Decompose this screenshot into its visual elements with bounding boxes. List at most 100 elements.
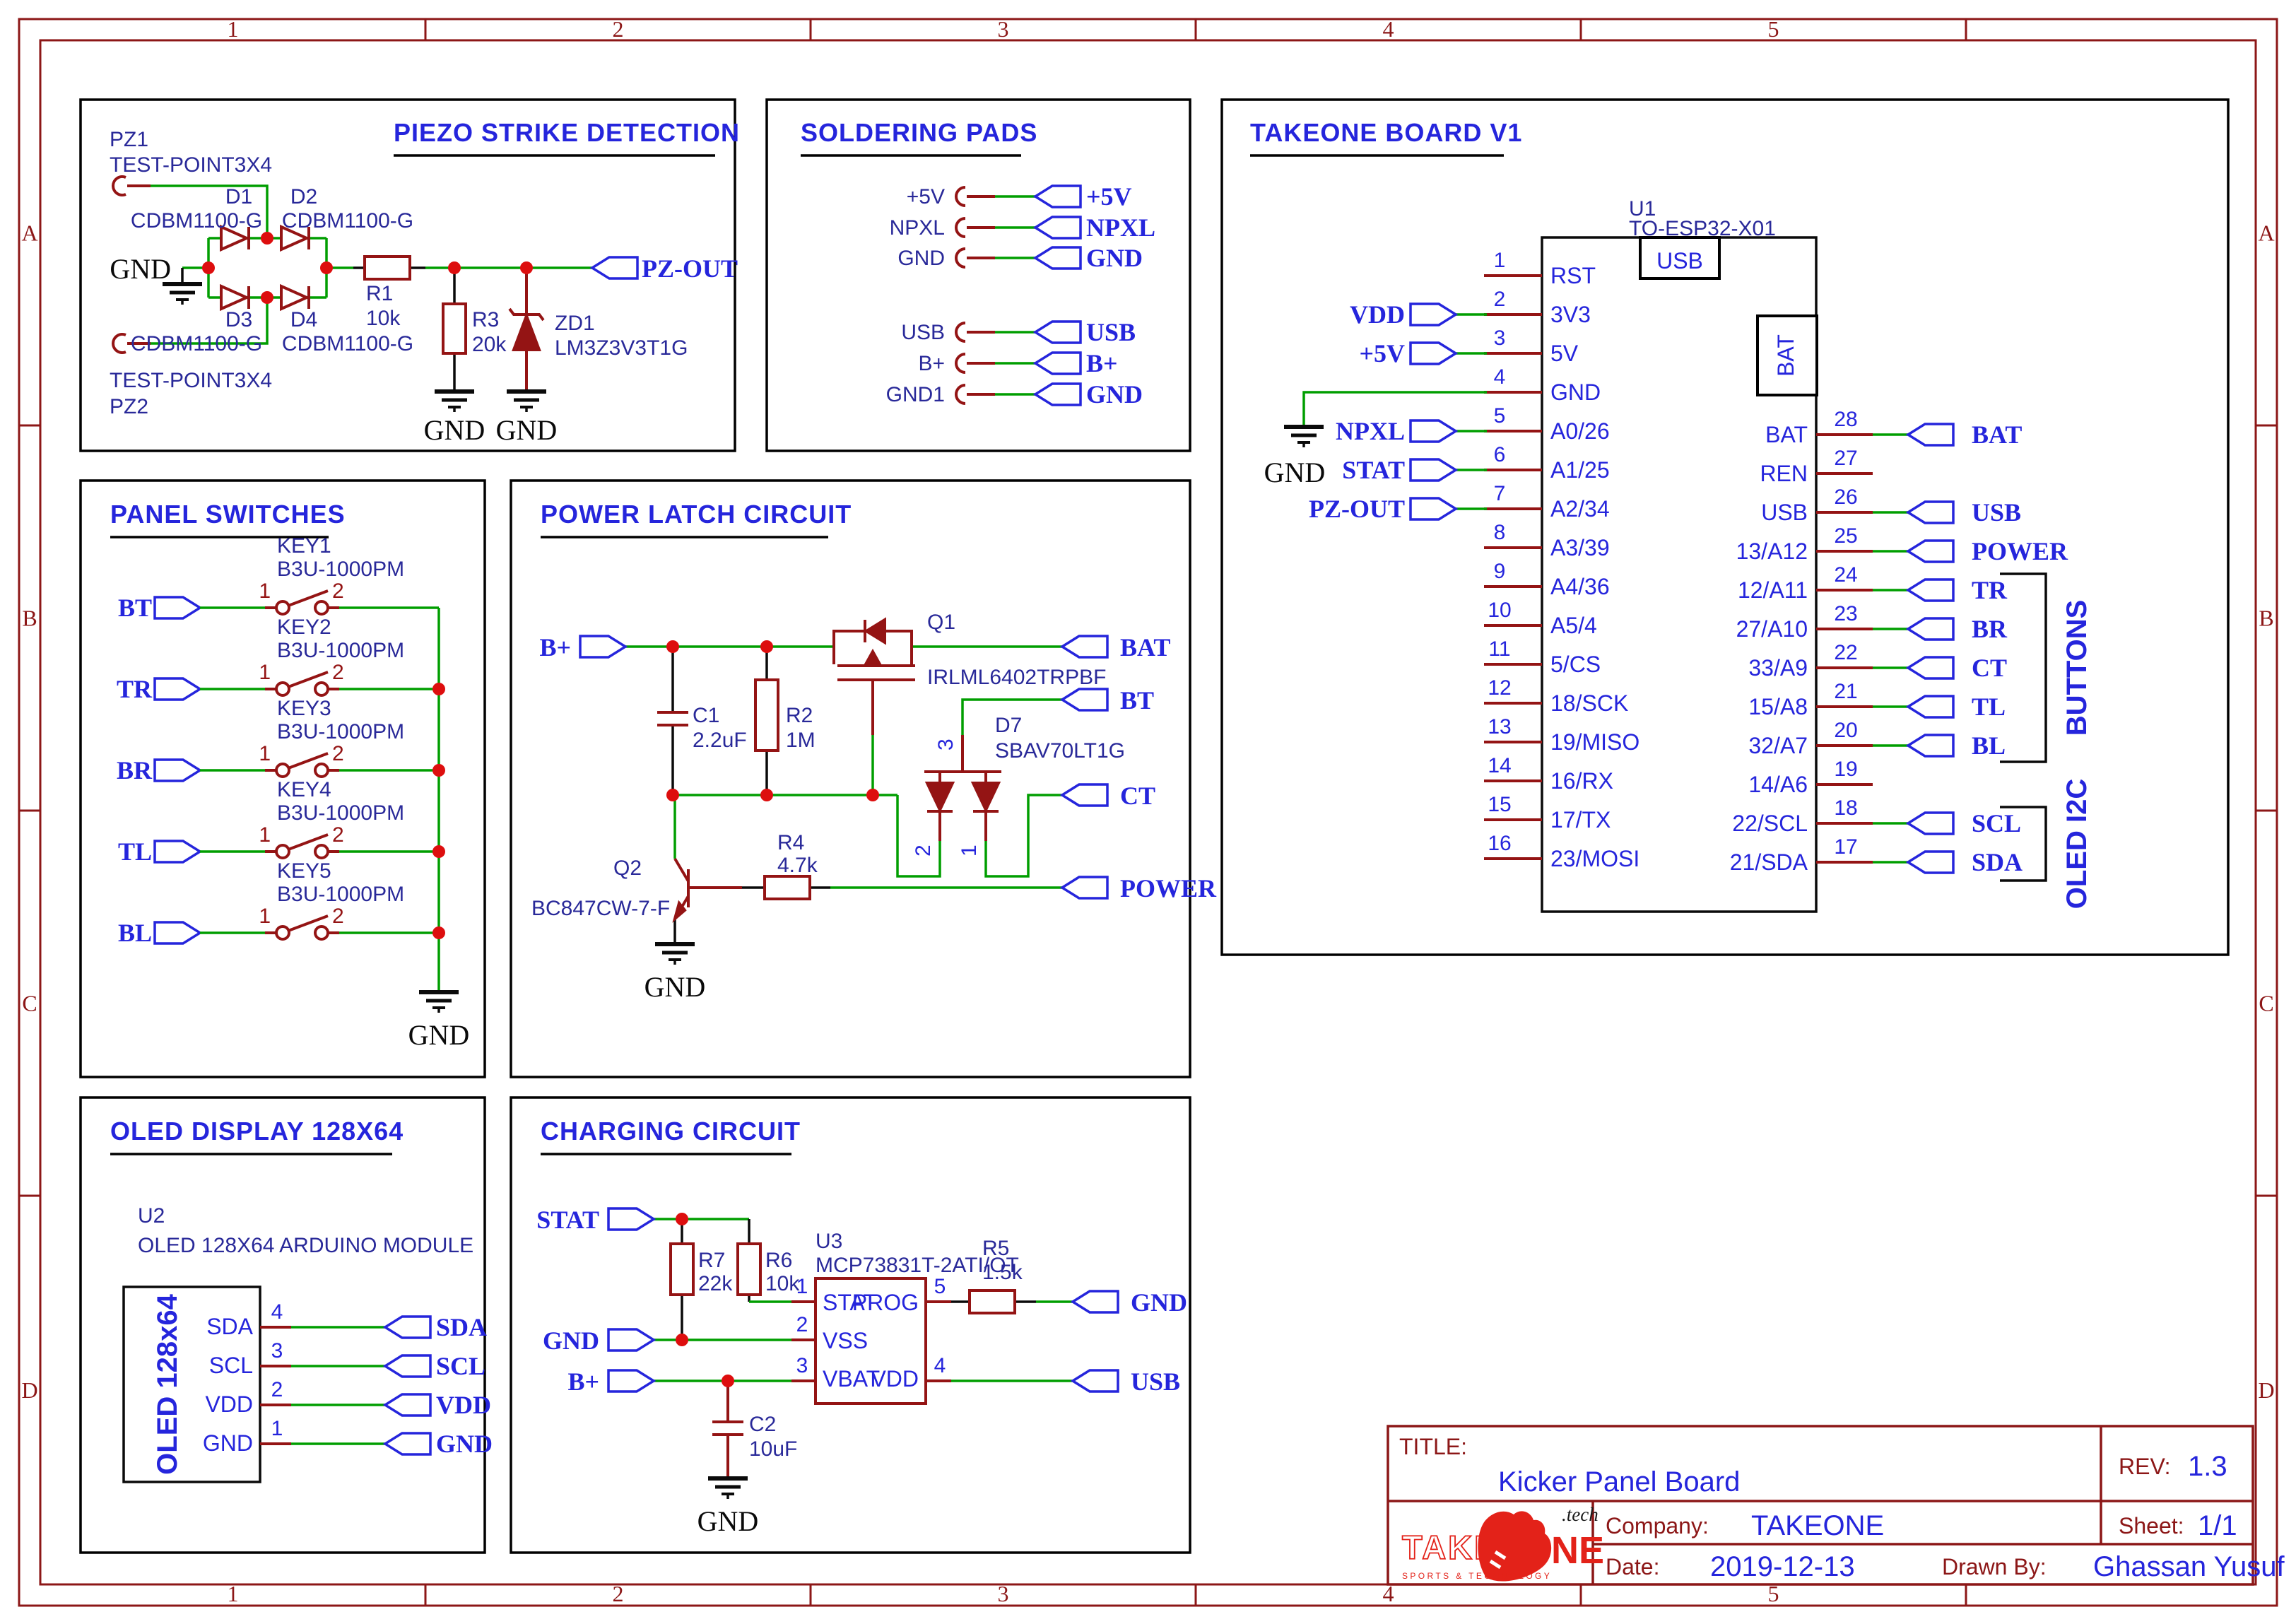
- u2-ref: U2: [138, 1204, 165, 1228]
- company-label: Company:: [1606, 1513, 1709, 1538]
- r7-ref: R7: [698, 1249, 725, 1272]
- pz-out-label: PZ-OUT: [642, 254, 738, 283]
- pin-name: 27/A10: [1736, 616, 1808, 642]
- port-flag-gnd-charging: [608, 1329, 654, 1351]
- switch-port-flag: [155, 678, 200, 700]
- resistor-r7: [671, 1244, 693, 1295]
- q1-ref: Q1: [927, 611, 955, 634]
- r2-value: 1M: [786, 729, 816, 752]
- rev-label: REV:: [2119, 1454, 2171, 1479]
- r4-value: 4.7k: [777, 854, 818, 877]
- gnd-label-takeone: GND: [1264, 457, 1326, 488]
- pad-net-label: USB: [1086, 318, 1136, 346]
- pad-net-label: B+: [1086, 349, 1118, 377]
- latch-section-box: [511, 481, 1190, 1077]
- solder-section: +5V+5VNPXLNPXLGNDGNDUSBUSBB+B+GND1GND: [886, 182, 1155, 408]
- sheet-value: 1/1: [2198, 1510, 2237, 1541]
- frame-col-label: 2: [613, 16, 624, 42]
- resistor-r1: [365, 257, 410, 279]
- switch-pin1-num: 1: [259, 905, 271, 928]
- pad-port-flag: [1035, 384, 1081, 405]
- pin-name: 15/A8: [1748, 694, 1808, 719]
- oled-pin-num: 3: [271, 1339, 283, 1363]
- port-label: POWER: [1972, 537, 2068, 565]
- testpoint-icon: [956, 354, 965, 372]
- pad-net-label: GND: [1086, 244, 1143, 272]
- q2-part: BC847CW-7-F: [531, 897, 670, 920]
- pad-port-flag: [1035, 217, 1081, 238]
- buttons-group-label: BUTTONS: [2061, 600, 2092, 736]
- switches-title: PANEL SWITCHES: [110, 500, 346, 529]
- testpoint-pz1-icon: [113, 177, 126, 195]
- pin-name: A5/4: [1550, 613, 1597, 638]
- port-flag: [1411, 304, 1456, 325]
- pin-name: 21/SDA: [1730, 849, 1808, 875]
- power-label: POWER: [1120, 874, 1217, 902]
- oled-net-label: SDA: [436, 1313, 487, 1341]
- switch-contact-2: [315, 683, 328, 695]
- switch-contact-1: [276, 601, 289, 614]
- switch-ref: KEY2: [277, 616, 331, 639]
- switch-ref: KEY3: [277, 697, 331, 720]
- capacitor-c1: [657, 712, 688, 725]
- pin-number: 18: [1834, 796, 1857, 820]
- switch-pin2-num: 2: [332, 823, 344, 847]
- resistor-r5: [970, 1290, 1015, 1313]
- gnd-symbol-piezo-left: [163, 284, 202, 305]
- diode-d3: [221, 286, 249, 309]
- pin-number: 8: [1494, 521, 1506, 544]
- port-label: CT: [1972, 654, 2007, 682]
- oled-pin-name: GND: [203, 1430, 253, 1456]
- switch-contact-2: [315, 601, 328, 614]
- sheet-label: Sheet:: [2119, 1513, 2184, 1538]
- testpoint-icon: [956, 187, 965, 206]
- port-flag: [1908, 424, 1953, 445]
- switch-ref: KEY5: [277, 859, 331, 883]
- frame-row-label: C: [2259, 991, 2273, 1016]
- switch-port-label: TR: [117, 675, 153, 703]
- switch-port-flag: [155, 841, 200, 862]
- r6-value: 10k: [765, 1272, 800, 1295]
- oled-pin-name: VDD: [205, 1391, 253, 1417]
- charging-section-box: [511, 1098, 1190, 1553]
- pad-port-flag: [1035, 186, 1081, 207]
- pin-name: 14/A6: [1748, 772, 1808, 797]
- port-label: BAT: [1972, 420, 2022, 449]
- pin-name: RST: [1550, 263, 1596, 288]
- zd1-ref: ZD1: [555, 312, 595, 335]
- frame-col-label: 3: [998, 16, 1009, 42]
- pin-name: A2/34: [1550, 496, 1610, 522]
- r1-ref: R1: [366, 282, 393, 305]
- port-flag: [1411, 343, 1456, 364]
- port-flag: [1908, 735, 1953, 756]
- port-flag-power: [1062, 877, 1107, 898]
- oled-pin-num: 4: [271, 1300, 283, 1324]
- pin-number: 6: [1494, 443, 1506, 466]
- frame-row-label: D: [21, 1377, 37, 1403]
- charging-section: STAT GND B+ GND USB R7 22k R6 10k U3 MCP…: [536, 1206, 1187, 1537]
- pin-number: 17: [1834, 835, 1857, 859]
- switch-pin2-num: 2: [332, 742, 344, 765]
- switch-port-flag: [155, 922, 200, 943]
- pin-number: 22: [1834, 641, 1857, 664]
- resistor-r2: [755, 680, 778, 751]
- takeone-section: U1 TO-ESP32-X01 USB BAT 1RST23V3VDD35V+5…: [1264, 197, 2092, 912]
- u3-pin1-num: 1: [796, 1275, 808, 1298]
- takeone-title: TAKEONE BOARD V1: [1250, 118, 1522, 147]
- pz1-part: TEST-POINT3X4: [110, 153, 272, 177]
- charging-title: CHARGING CIRCUIT: [541, 1117, 801, 1146]
- r2-ref: R2: [786, 704, 813, 727]
- pz2-part: TEST-POINT3X4: [110, 369, 272, 392]
- pad-port-flag: [1035, 247, 1081, 269]
- pad-name: +5V: [907, 185, 945, 208]
- switch-ref: KEY4: [277, 778, 331, 801]
- schematic-canvas: 1122334455AABBCCDD PIEZO STRIKE DETECTIO…: [0, 0, 2296, 1624]
- oled-module-label: OLED 128x64: [152, 1293, 183, 1474]
- pin-number: 3: [1494, 326, 1506, 350]
- pin-name: 33/A9: [1748, 655, 1808, 681]
- switch-pin1-num: 1: [259, 823, 271, 847]
- frame-row-label: B: [2259, 606, 2273, 631]
- pin-name: GND: [1550, 379, 1601, 405]
- switch-pin2-num: 2: [332, 579, 344, 603]
- port-flag-bplus-charging: [608, 1370, 654, 1391]
